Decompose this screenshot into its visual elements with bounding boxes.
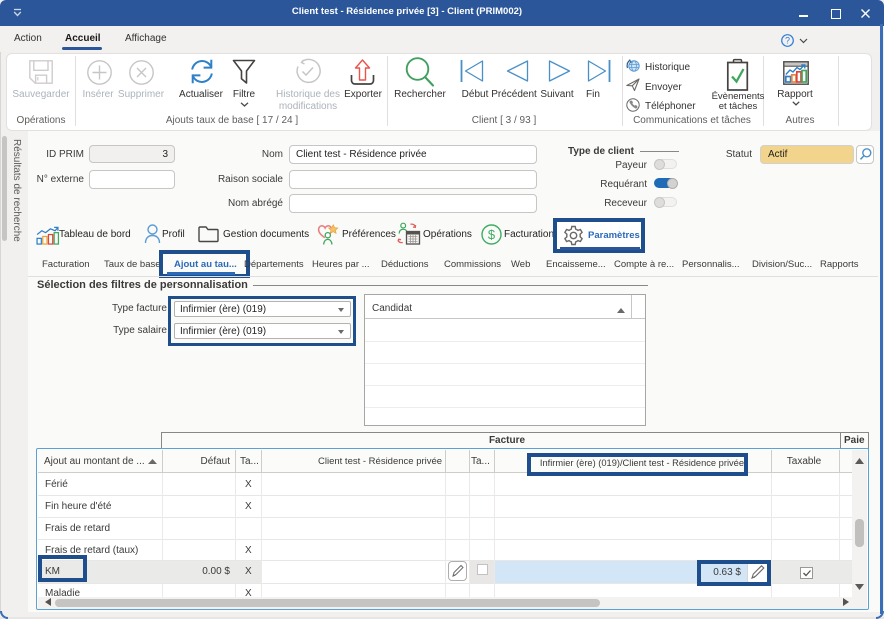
svg-text:?: ?: [785, 36, 790, 46]
svg-text:$: $: [488, 227, 496, 242]
